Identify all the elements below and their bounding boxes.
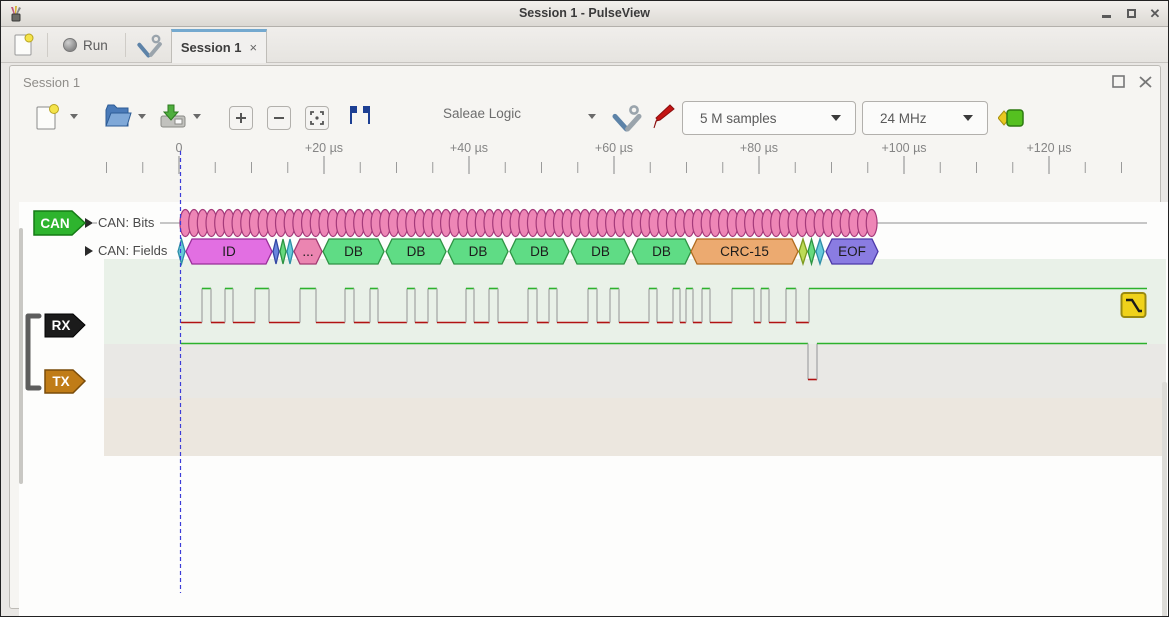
zoom-out-icon [272,111,286,125]
minimize-button[interactable] [1099,7,1115,21]
new-session-button[interactable] [34,102,60,132]
wrench-screwdriver-icon [137,32,163,58]
run-button[interactable]: Run [59,31,112,59]
zoom-fit-button[interactable] [305,106,329,130]
main-toolbar: Run Session 1 × [1,27,1168,63]
zoom-in-icon [234,111,248,125]
new-session-icon [34,102,60,132]
sample-count-select[interactable]: 5 M samples [682,101,856,135]
pulseview-window: Session 1 - PulseView ✕ Run Session 1 [0,0,1169,617]
wrench-screwdriver-icon [611,102,643,132]
run-state-icon [63,38,77,52]
new-view-icon [13,32,35,58]
probe-button[interactable] [648,102,676,132]
save-dropdown[interactable] [193,114,201,119]
window-title: Session 1 - PulseView [1,6,1168,20]
channels-button[interactable] [611,102,643,132]
zoom-out-button[interactable] [267,106,291,130]
sample-rate-value: 24 MHz [863,111,927,126]
save-icon [158,102,188,130]
open-dropdown[interactable] [138,114,146,119]
svg-text:CAN: CAN [40,216,69,231]
right-scrollbar[interactable] [1162,382,1167,617]
open-button[interactable] [103,102,133,130]
svg-text:RX: RX [52,318,71,333]
show-markers-button[interactable] [346,104,374,126]
trigger-flags-icon [346,104,374,126]
device-name: Saleae Logic [443,106,521,121]
maximize-button[interactable] [1124,7,1140,21]
separator [125,33,126,57]
sample-rate-select[interactable]: 24 MHz [862,101,988,135]
tx-row-bg [104,398,1166,456]
save-button[interactable] [158,102,188,130]
session-window-title: Session 1 [23,75,80,90]
add-decoder-icon [998,107,1028,129]
session-tab-label: Session 1 [181,40,242,55]
rx-row-bg [104,344,1166,398]
add-decoder-button[interactable] [998,107,1028,129]
trigger-marker-icon[interactable] [1122,293,1146,317]
zoom-fit-icon [310,111,324,125]
chevron-down-icon [831,115,841,121]
zoom-in-button[interactable] [229,106,253,130]
decoder-row-bg [104,259,1166,344]
svg-text:TX: TX [52,374,69,389]
close-button[interactable]: ✕ [1147,7,1163,21]
separator [47,33,48,57]
vertical-scrollbar[interactable] [19,228,23,484]
device-dropdown[interactable] [588,114,596,119]
probe-icon [648,102,676,132]
close-session-icon[interactable] [1138,75,1153,89]
title-bar[interactable]: Session 1 - PulseView ✕ [1,1,1168,27]
restore-window-icon[interactable] [1112,75,1126,89]
tab-close-icon[interactable]: × [250,40,258,55]
trace-view[interactable] [19,202,1169,617]
new-view-button[interactable] [9,31,39,59]
sample-count-value: 5 M samples [683,111,777,126]
chevron-down-icon [963,115,973,121]
device-selector[interactable]: Saleae Logic [443,106,521,121]
run-label: Run [83,38,108,53]
new-session-dropdown[interactable] [70,114,78,119]
session-window: Session 1 [9,65,1161,609]
open-folder-icon [103,102,133,130]
settings-button[interactable] [133,31,167,59]
session-tab[interactable]: Session 1 × [171,29,267,63]
